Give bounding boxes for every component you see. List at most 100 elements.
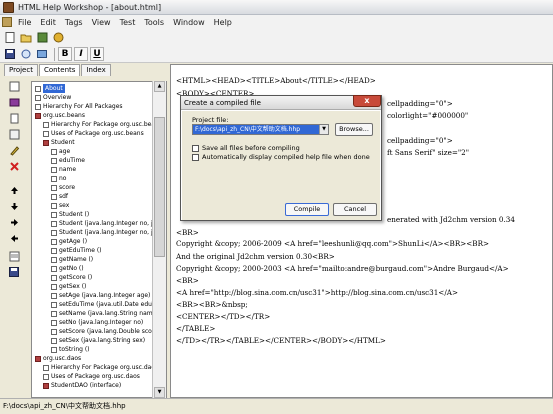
menu-tags[interactable]: Tags (65, 18, 83, 27)
tree-item[interactable]: Student (java.lang.Integer no, jav (51, 219, 160, 228)
page-icon (51, 202, 57, 209)
contents-tool-column (5, 80, 27, 380)
tree-item[interactable]: org.usc.daos (35, 354, 81, 363)
tree-item[interactable]: Uses of Package org.usc.beans (43, 129, 144, 138)
page-icon (51, 211, 57, 218)
new-icon[interactable] (3, 31, 17, 45)
compile-icon[interactable] (35, 31, 49, 45)
open-folder-icon[interactable] (19, 31, 33, 45)
code-line: <HTML><HEAD><TITLE>About</TITLE></HEAD> (176, 76, 376, 85)
close-button[interactable]: x (353, 95, 381, 107)
tree-item[interactable]: About (35, 84, 65, 93)
tree-scrollbar[interactable]: ▲ ▼ (152, 81, 166, 398)
underline-button[interactable]: U (90, 47, 104, 61)
tree-item[interactable]: Hierarchy For All Packages (35, 102, 123, 111)
save-icon[interactable] (3, 47, 17, 61)
project-file-combobox[interactable]: F:\docs\api_zh_CN\中文帮助文档.hhp ▼ (192, 124, 329, 135)
tree-item[interactable]: name (51, 165, 76, 174)
move-right-icon[interactable] (8, 216, 20, 228)
save-before-compile-checkbox[interactable]: Save all files before compiling (192, 144, 300, 152)
view-html-icon[interactable] (8, 250, 20, 262)
edit-selection-icon[interactable] (8, 128, 20, 140)
tree-item[interactable]: getEduTime () (51, 246, 102, 255)
tree-item[interactable]: sex (51, 201, 69, 210)
tree-item[interactable]: toString () (51, 345, 90, 354)
tree-item[interactable]: Hierarchy For Package org.usc.daos (43, 363, 158, 372)
menu-file[interactable]: File (18, 18, 31, 27)
image-icon[interactable] (35, 47, 49, 61)
tree-item[interactable]: setEduTime (java.util.Date eduTir (51, 300, 160, 309)
compile-button[interactable]: Compile (285, 203, 329, 216)
tree-item[interactable]: Student (java.lang.Integer no, jav (51, 228, 160, 237)
checkbox-box[interactable] (192, 153, 199, 161)
pencil-icon[interactable] (8, 144, 20, 156)
chevron-down-icon[interactable]: ▼ (319, 125, 328, 134)
tree-item[interactable]: StudentDAO (interface) (43, 381, 121, 390)
tree-item[interactable]: getName () (51, 255, 93, 264)
tab-contents[interactable]: Contents (38, 64, 81, 76)
page-icon (51, 301, 57, 308)
tree-item[interactable]: getNo () (51, 264, 84, 273)
status-bar: F:\docs\api_zh_CN\中文帮助文档.hhp (0, 398, 553, 414)
tab-index[interactable]: Index (81, 64, 111, 76)
tree-item[interactable]: Overview (35, 93, 71, 102)
tree-item[interactable]: setNo (java.lang.Integer no) (51, 318, 143, 327)
main-toolbar (0, 29, 553, 46)
insert-page-icon[interactable] (8, 112, 20, 124)
tree-item[interactable]: setName (java.lang.String name) (51, 309, 159, 318)
tree-item[interactable]: org.usc.beans (35, 111, 85, 120)
tree-item[interactable]: Student (43, 138, 75, 147)
document-icon[interactable] (2, 17, 12, 27)
auto-display-checkbox[interactable]: Automatically display compiled help file… (192, 153, 370, 161)
menu-edit[interactable]: Edit (40, 18, 56, 27)
menu-test[interactable]: Test (120, 18, 136, 27)
page-icon (35, 85, 41, 92)
tree-item[interactable]: Hierarchy For Package org.usc.beans (43, 120, 162, 129)
save-contents-icon[interactable] (8, 266, 20, 278)
tree-item[interactable]: Student () (51, 210, 89, 219)
compass-icon[interactable] (19, 47, 33, 61)
checkbox-box[interactable] (192, 144, 199, 152)
tab-project[interactable]: Project (4, 64, 38, 76)
toolbar-separator (54, 47, 55, 61)
scroll-up-arrow-icon[interactable]: ▲ (154, 81, 165, 92)
tree-item[interactable]: getAge () (51, 237, 87, 246)
scroll-down-arrow-icon[interactable]: ▼ (154, 387, 165, 398)
tree-item[interactable]: no (51, 174, 66, 183)
move-up-icon[interactable] (8, 184, 20, 196)
menu-help[interactable]: Help (214, 18, 232, 27)
navigator-tabs: Project Contents Index (4, 64, 112, 76)
bold-button[interactable]: B (58, 47, 72, 61)
move-down-icon[interactable] (8, 200, 20, 212)
view-compiled-icon[interactable] (51, 31, 65, 45)
insert-heading-icon[interactable] (8, 96, 20, 108)
project-file-value: F:\docs\api_zh_CN\中文帮助文档.hhp (195, 126, 301, 133)
tree-item[interactable]: setScore (java.lang.Double score (51, 327, 158, 336)
page-icon (51, 157, 57, 164)
page-icon (51, 310, 57, 317)
tree-item[interactable]: score (51, 183, 75, 192)
scroll-thumb[interactable] (154, 117, 165, 257)
menu-view[interactable]: View (92, 18, 111, 27)
format-toolbar: B I U (0, 46, 553, 63)
tree-item[interactable]: sdf (51, 192, 68, 201)
tree-item[interactable]: setAge (java.lang.Integer age) (51, 291, 150, 300)
menu-tools[interactable]: Tools (144, 18, 164, 27)
move-left-icon[interactable] (8, 232, 20, 244)
page-icon (35, 94, 41, 101)
page-icon (51, 337, 57, 344)
delete-icon[interactable] (8, 160, 20, 172)
tree-item[interactable]: eduTime (51, 156, 85, 165)
code-line: Copyright &copy; 2000-2003 <A href="mail… (176, 264, 509, 273)
tree-item[interactable]: setSex (java.lang.String sex) (51, 336, 145, 345)
browse-button[interactable]: Browse... (335, 123, 373, 136)
title-bar: HTML Help Workshop - [about.html] (0, 0, 553, 15)
italic-button[interactable]: I (74, 47, 88, 61)
tree-item[interactable]: getScore () (51, 273, 92, 282)
tree-item[interactable]: Uses of Package org.usc.daos (43, 372, 140, 381)
tree-item[interactable]: age (51, 147, 70, 156)
menu-window[interactable]: Window (173, 18, 205, 27)
cancel-button[interactable]: Cancel (333, 203, 377, 216)
tree-item[interactable]: getSex () (51, 282, 86, 291)
contents-properties-icon[interactable] (8, 80, 20, 92)
